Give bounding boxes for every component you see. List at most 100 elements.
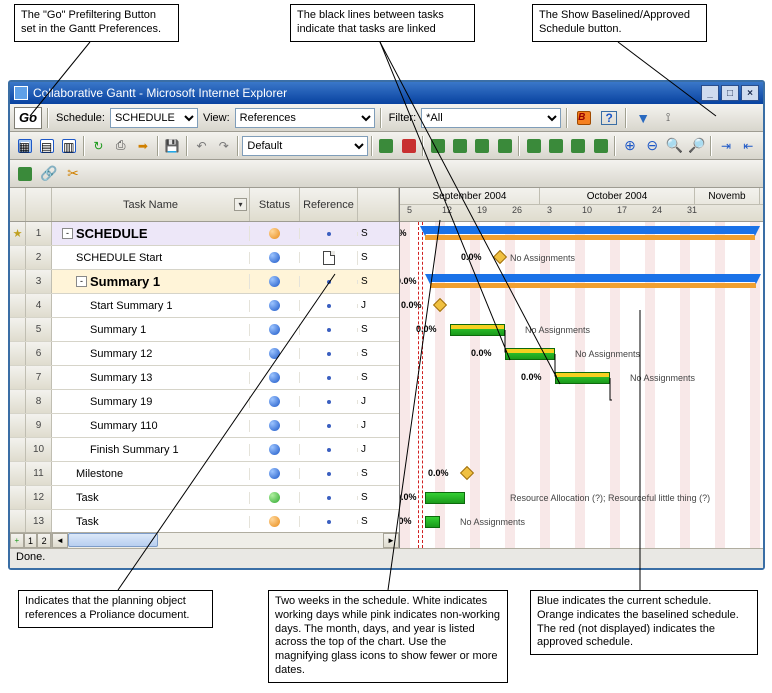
unlink-icon[interactable]: ✂: [62, 164, 84, 184]
add-row-icon[interactable]: +: [10, 533, 24, 548]
link-add-icon[interactable]: [14, 164, 36, 184]
row-number[interactable]: 13: [26, 510, 52, 532]
grid-hscroll[interactable]: + 1 2 ◄ ►: [10, 532, 399, 548]
extra-cell: S: [358, 516, 399, 527]
task2-icon[interactable]: [450, 136, 471, 156]
gantt-body[interactable]: .4%0.0%No Assignments0.0%0.0%0.0%No Assi…: [400, 222, 763, 548]
scroll-left-icon[interactable]: ◄: [52, 533, 68, 548]
go-button[interactable]: Go: [14, 107, 42, 129]
table-row[interactable]: 7Summary 13S: [10, 366, 399, 390]
task-bar[interactable]: [450, 324, 505, 336]
task-bar[interactable]: [425, 516, 440, 528]
summary-bar[interactable]: [425, 226, 755, 234]
row-marker[interactable]: [10, 246, 26, 269]
task-bar[interactable]: [555, 372, 610, 384]
task-bar[interactable]: [425, 492, 465, 504]
task1-icon[interactable]: [427, 136, 448, 156]
zoom-in-icon[interactable]: ⊕: [619, 136, 640, 156]
layout-select[interactable]: Default: [242, 136, 367, 156]
summary-bar[interactable]: [430, 274, 756, 282]
row-marker[interactable]: [10, 390, 26, 413]
row-number[interactable]: 6: [26, 342, 52, 365]
table-row[interactable]: 3-Summary 1S: [10, 270, 399, 294]
row-number[interactable]: 12: [26, 486, 52, 509]
pin-icon[interactable]: ⟟: [657, 108, 679, 128]
row-marker[interactable]: [10, 462, 26, 485]
row-marker[interactable]: [10, 486, 26, 509]
table-row[interactable]: 12TaskS: [10, 486, 399, 510]
col-taskname[interactable]: Task Name ▾: [52, 188, 250, 221]
scroll-right-icon[interactable]: ►: [383, 533, 399, 548]
table-row[interactable]: 11MilestoneS: [10, 462, 399, 486]
row-number[interactable]: 2: [26, 246, 52, 269]
table-row[interactable]: 2SCHEDULE StartS: [10, 246, 399, 270]
table-row[interactable]: 4Start Summary 1J: [10, 294, 399, 318]
row-number[interactable]: 3: [26, 270, 52, 293]
help-button[interactable]: ?: [598, 108, 620, 128]
collapse-icon[interactable]: ⇤: [738, 136, 759, 156]
row-number[interactable]: 8: [26, 390, 52, 413]
export-icon[interactable]: ➡: [132, 136, 153, 156]
save-icon[interactable]: 💾: [162, 136, 183, 156]
col-status[interactable]: Status: [250, 188, 300, 221]
row-marker[interactable]: [10, 342, 26, 365]
scroll-thumb[interactable]: [68, 533, 158, 547]
baseline-button[interactable]: B: [573, 108, 595, 128]
row-marker[interactable]: [10, 510, 26, 532]
row-marker[interactable]: [10, 438, 26, 461]
table-row[interactable]: ★1-SCHEDULES: [10, 222, 399, 246]
tool-b-icon[interactable]: [398, 136, 419, 156]
row-marker[interactable]: ★: [10, 222, 26, 245]
view-select[interactable]: References: [235, 108, 375, 128]
row-marker[interactable]: [10, 318, 26, 341]
table-row[interactable]: 6Summary 12S: [10, 342, 399, 366]
task6-icon[interactable]: [546, 136, 567, 156]
row-number[interactable]: 5: [26, 318, 52, 341]
table-row[interactable]: 5Summary 1S: [10, 318, 399, 342]
taskname-dd-icon[interactable]: ▾: [234, 198, 247, 211]
row-number[interactable]: 9: [26, 414, 52, 437]
table-row[interactable]: 10Finish Summary 1J: [10, 438, 399, 462]
view-gantt-icon[interactable]: ▥: [59, 136, 80, 156]
undo-icon[interactable]: ↶: [191, 136, 212, 156]
filter-funnel-icon[interactable]: ▼: [632, 108, 654, 128]
row-number[interactable]: 10: [26, 438, 52, 461]
filter-select[interactable]: *All: [421, 108, 561, 128]
col-reference[interactable]: Reference: [300, 188, 358, 221]
table-row[interactable]: 13TaskS: [10, 510, 399, 532]
task3-icon[interactable]: [472, 136, 493, 156]
tree-toggle[interactable]: -: [76, 276, 87, 287]
row-marker[interactable]: [10, 270, 26, 293]
task7-icon[interactable]: [568, 136, 589, 156]
view-split-icon[interactable]: ▤: [36, 136, 57, 156]
zoom-range-icon[interactable]: 🔎: [686, 136, 707, 156]
minimize-button[interactable]: _: [701, 85, 719, 101]
print-icon[interactable]: ⎙: [110, 136, 131, 156]
tool-a-icon[interactable]: [376, 136, 397, 156]
redo-icon[interactable]: ↷: [213, 136, 234, 156]
row-number[interactable]: 11: [26, 462, 52, 485]
row-number[interactable]: 4: [26, 294, 52, 317]
task4-icon[interactable]: [494, 136, 515, 156]
view-grid-icon[interactable]: ▦: [14, 136, 35, 156]
schedule-select[interactable]: SCHEDULE: [110, 108, 198, 128]
row-marker[interactable]: [10, 294, 26, 317]
table-row[interactable]: 9Summary 110J: [10, 414, 399, 438]
refresh-icon[interactable]: ↻: [88, 136, 109, 156]
tree-toggle[interactable]: -: [62, 228, 73, 239]
task8-icon[interactable]: [590, 136, 611, 156]
expand-icon[interactable]: ⇥: [715, 136, 736, 156]
row-number[interactable]: 1: [26, 222, 52, 245]
close-button[interactable]: ×: [741, 85, 759, 101]
table-row[interactable]: 8Summary 19J: [10, 390, 399, 414]
row-marker[interactable]: [10, 366, 26, 389]
row-marker[interactable]: [10, 414, 26, 437]
link-icon[interactable]: 🔗: [38, 164, 60, 184]
zoom-fit-icon[interactable]: 🔍: [664, 136, 685, 156]
zoom-out-icon[interactable]: ⊖: [642, 136, 663, 156]
row-number[interactable]: 7: [26, 366, 52, 389]
task-bar[interactable]: [505, 348, 555, 360]
reference-doc-icon[interactable]: [323, 251, 335, 265]
maximize-button[interactable]: □: [721, 85, 739, 101]
task5-icon[interactable]: [523, 136, 544, 156]
